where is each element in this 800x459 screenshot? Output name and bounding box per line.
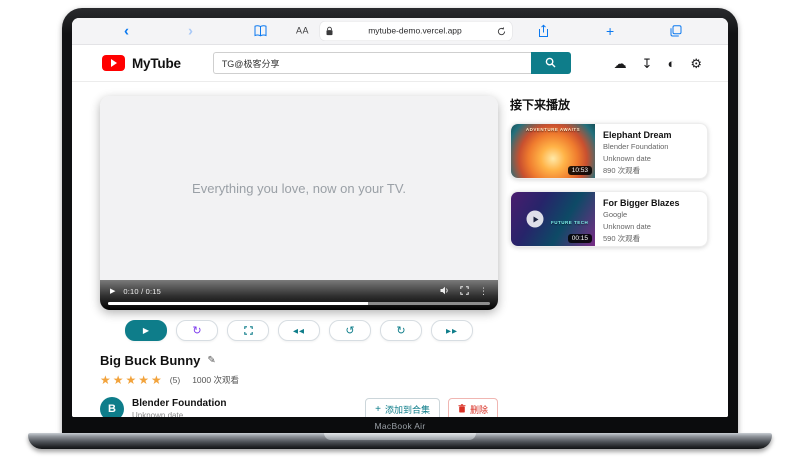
channel-name[interactable]: Blender Foundation xyxy=(132,398,226,409)
rating-row: ★★★★★ (5) 1000 次观看 xyxy=(100,373,498,387)
theme-toggle-icon[interactable]: ◐ xyxy=(667,57,675,70)
up-next-title[interactable]: For Bigger Blazes xyxy=(603,198,680,208)
forward-icon[interactable]: › xyxy=(188,24,193,39)
settings-gear-icon[interactable]: ⚙ xyxy=(690,57,702,70)
time-display: 0:10 / 0:15 xyxy=(123,287,161,296)
up-next-date: Unknown date xyxy=(603,154,672,164)
reload-icon[interactable] xyxy=(497,26,506,36)
trash-icon xyxy=(458,404,466,415)
duration-badge: 00:15 xyxy=(568,234,592,243)
mytube-logo-icon[interactable] xyxy=(102,55,125,71)
up-next-views: 590 次观看 xyxy=(603,234,680,244)
seek-bar[interactable] xyxy=(108,302,490,305)
star-rating[interactable]: ★★★★★ xyxy=(100,373,164,387)
browser-toolbar: ‹ › AA mytube-demo.vercel.app xyxy=(72,18,728,45)
laptop-frame: ‹ › AA mytube-demo.vercel.app xyxy=(62,8,738,433)
up-next-sidebar: 接下来播放 ADVENTURE AWAITS 10:53 Elephant Dr… xyxy=(510,96,708,417)
fast-forward-button[interactable]: ▶▶ xyxy=(431,320,473,341)
cloud-upload-icon[interactable]: ☁ xyxy=(614,57,627,70)
skip-back-button[interactable]: ↺ xyxy=(329,320,371,341)
search-input[interactable] xyxy=(213,52,531,74)
seek-progress xyxy=(108,302,368,305)
add-to-collection-label: 添加到合集 xyxy=(385,403,430,416)
play-overlay-icon xyxy=(527,211,544,228)
thumbnail-caption: FUTURE TECH xyxy=(551,220,588,226)
volume-icon[interactable] xyxy=(440,282,450,300)
channel-row: B Blender Foundation Unknown date + 添加到合… xyxy=(100,397,498,417)
url-text: mytube-demo.vercel.app xyxy=(333,27,497,36)
thumbnail-caption: ADVENTURE AWAITS xyxy=(511,127,595,132)
video-thumbnail[interactable]: FUTURE TECH 00:15 xyxy=(511,192,595,246)
search-button[interactable] xyxy=(531,52,571,74)
rewind-button[interactable]: ◀◀ xyxy=(278,320,320,341)
play-button[interactable]: ▶ xyxy=(125,320,167,341)
delete-button[interactable]: 删除 xyxy=(448,398,498,418)
custom-controls-row: ▶ ↻ ◀◀ ↺ ↻ ▶▶ xyxy=(100,320,498,341)
edit-title-icon[interactable]: ✎ xyxy=(207,355,215,366)
main-content: Everything you love, now on your TV. ▶ 0… xyxy=(72,82,728,417)
loop-button[interactable]: ↻ xyxy=(176,320,218,341)
search-bar xyxy=(213,52,571,74)
native-video-controls: ▶ 0:10 / 0:15 xyxy=(100,280,498,310)
bookmarks-icon[interactable] xyxy=(254,25,267,37)
laptop-lid-notch xyxy=(324,433,476,440)
view-count: 1000 次观看 xyxy=(192,374,239,386)
up-next-title[interactable]: Elephant Dream xyxy=(603,130,672,140)
up-next-item[interactable]: FUTURE TECH 00:15 For Bigger Blazes Goog… xyxy=(510,191,708,247)
up-next-channel: Blender Foundation xyxy=(603,142,672,152)
share-icon[interactable] xyxy=(538,25,549,38)
laptop-base xyxy=(28,433,772,449)
new-tab-icon[interactable]: + xyxy=(606,24,614,38)
up-next-heading: 接下来播放 xyxy=(510,96,708,113)
download-icon[interactable]: ↧ xyxy=(642,57,653,70)
video-thumbnail[interactable]: ADVENTURE AWAITS 10:53 xyxy=(511,124,595,178)
lock-icon xyxy=(326,27,333,36)
device-label: MacBook Air xyxy=(62,421,738,431)
rating-count: (5) xyxy=(170,375,180,385)
back-icon[interactable]: ‹ xyxy=(124,24,129,39)
up-next-date: Unknown date xyxy=(603,222,680,232)
upload-date: Unknown date xyxy=(132,411,226,417)
video-title: Big Buck Bunny xyxy=(100,353,200,368)
up-next-channel: Google xyxy=(603,210,680,220)
overflow-menu-icon[interactable]: ⋮ xyxy=(479,286,488,297)
reader-text-size[interactable]: AA xyxy=(296,27,309,36)
up-next-item[interactable]: ADVENTURE AWAITS 10:53 Elephant Dream Bl… xyxy=(510,123,708,179)
brand-title[interactable]: MyTube xyxy=(132,56,181,71)
up-next-views: 890 次观看 xyxy=(603,166,672,176)
add-to-collection-button[interactable]: + 添加到合集 xyxy=(365,398,440,418)
fullscreen-button[interactable] xyxy=(227,320,269,341)
video-player[interactable]: Everything you love, now on your TV. ▶ 0… xyxy=(100,96,498,310)
browser-window: ‹ › AA mytube-demo.vercel.app xyxy=(72,18,728,417)
native-play-icon[interactable]: ▶ xyxy=(110,287,115,295)
channel-avatar[interactable]: B xyxy=(100,397,124,417)
site-header: MyTube ☁ ↧ ◐ ⚙ xyxy=(72,45,728,82)
title-row: Big Buck Bunny ✎ xyxy=(100,353,498,368)
video-canvas[interactable]: Everything you love, now on your TV. xyxy=(100,96,498,280)
delete-label: 删除 xyxy=(470,403,488,416)
fullscreen-icon[interactable] xyxy=(460,282,469,300)
duration-badge: 10:53 xyxy=(568,166,592,175)
video-overlay-text: Everything you love, now on your TV. xyxy=(192,181,406,196)
player-column: Everything you love, now on your TV. ▶ 0… xyxy=(100,96,498,417)
skip-forward-button[interactable]: ↻ xyxy=(380,320,422,341)
plus-icon: + xyxy=(375,404,381,415)
header-actions: ☁ ↧ ◐ ⚙ xyxy=(614,57,702,70)
address-bar[interactable]: mytube-demo.vercel.app xyxy=(320,22,512,41)
tab-overview-icon[interactable] xyxy=(670,25,682,37)
video-actions: + 添加到合集 删除 xyxy=(365,398,498,418)
search-icon xyxy=(545,56,556,71)
